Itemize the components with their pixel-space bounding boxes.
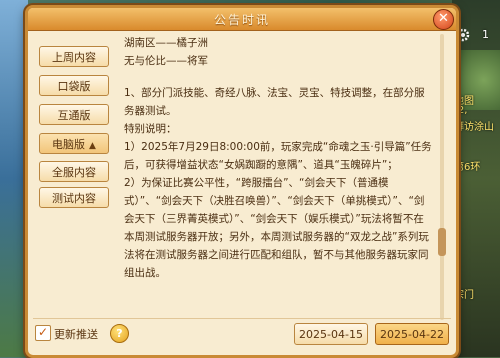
content-line: 1、部分门派技能、奇经八脉、法宝、灵宝、特技调整，在部分服务器测试。: [124, 87, 425, 117]
collapse-arrow-icon: ▲: [89, 141, 96, 151]
content-line: 1）2025年7月29日8:00:00前，玩家完成“命魂之玉·引导篇”任务后，可…: [124, 141, 432, 171]
content-line: 湖南区——橘子洲: [124, 37, 208, 49]
content-line: 无与伦比——将军: [124, 55, 208, 67]
game-scene-left: [0, 0, 28, 357]
panel-title: 公告时讯: [213, 13, 270, 27]
date-button-0422[interactable]: 2025-04-22: [375, 323, 449, 345]
update-push-checkbox[interactable]: ✓: [35, 325, 51, 341]
bg-counter: 1: [482, 28, 489, 41]
sidebar-item-pocket[interactable]: 口袋版: [39, 75, 109, 96]
divider: [33, 318, 451, 319]
announcement-content[interactable]: 湖南区——橘子洲 无与伦比——将军 1、部分门派技能、奇经八脉、法宝、灵宝、特技…: [124, 34, 432, 319]
bg-side-text: 拜访涂山: [454, 122, 494, 133]
close-button[interactable]: ✕: [433, 9, 454, 30]
sidebar-item-label: 电脑版: [52, 138, 86, 151]
help-icon[interactable]: ?: [110, 324, 129, 343]
date-button-0415[interactable]: 2025-04-15: [294, 323, 368, 345]
sidebar-item-all-servers[interactable]: 全服内容: [39, 161, 109, 182]
content-line: 2）为保证比赛公平性，“跨服擂台”、“剑会天下（普通模式）”、“剑会天下（决胜召…: [124, 177, 429, 279]
sidebar-item-test[interactable]: 测试内容: [39, 187, 109, 208]
sidebar-item-interop[interactable]: 互通版: [39, 104, 109, 125]
title-bar: 公告时讯 ✕: [28, 8, 456, 31]
scrollbar-track[interactable]: [440, 34, 444, 320]
update-push-label: 更新推送: [54, 328, 98, 341]
content-line: 特别说明：: [124, 123, 177, 135]
announcement-panel: 公告时讯 ✕ 上周内容 口袋版 互通版 电脑版 ▲ 全服内容 测试内容 湖南区——…: [25, 5, 459, 358]
sidebar-item-last-week[interactable]: 上周内容: [39, 46, 109, 67]
sidebar-item-pc[interactable]: 电脑版 ▲: [39, 133, 109, 154]
scrollbar-thumb[interactable]: [438, 228, 446, 256]
